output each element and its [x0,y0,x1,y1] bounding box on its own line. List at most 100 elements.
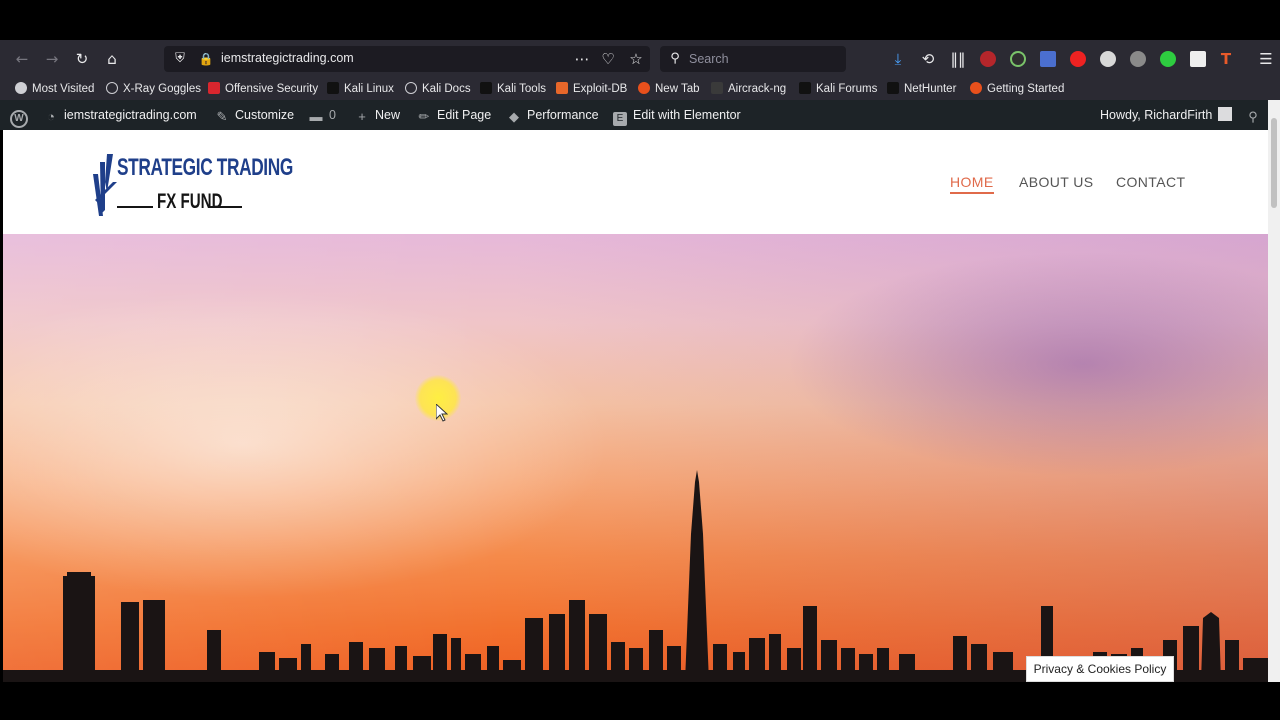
wordpress-logo-button[interactable]: W [10,107,34,128]
bookmark-label: Kali Tools [497,83,547,95]
logo-rule-left [117,206,153,208]
url-text[interactable]: iemstrategictrading.com [221,51,354,65]
bookmark-label: Kali Forums [816,83,878,95]
scrollbar-thumb[interactable] [1271,118,1277,208]
firefox-icon [970,82,982,94]
home-icon[interactable]: ⌂ [102,49,122,69]
wordpress-icon: W [10,110,28,128]
wp-admin-bar: W ◔ iemstrategictrading.com ✎ Customize ▬ 0… [0,100,1280,130]
wp-site-link[interactable]: ◔ iemstrategictrading.com [44,107,197,124]
hero-banner [3,234,1268,682]
bookmark-exploit-db[interactable]: Exploit-DB [556,81,627,97]
bookmark-kali-docs[interactable]: Kali Docs [405,81,471,97]
bookmarks-bar: Most Visited X-Ray Goggles Offensive Sec… [0,78,1280,100]
kali-icon [887,82,899,94]
bookmark-label: NetHunter [904,83,957,95]
mouse-cursor-icon [436,404,448,422]
comment-icon: ▬ [309,109,323,124]
bookmark-xray-goggles[interactable]: X-Ray Goggles [106,81,201,97]
wp-customize-label: Customize [235,108,295,122]
web-page: STRATEGIC TRADING FX FUND HOME ABOUT US … [3,130,1268,682]
history-icon[interactable]: ⟲ [918,49,938,69]
dashboard-icon: ◔ [47,109,55,124]
extension-icon[interactable] [1010,51,1026,67]
back-icon[interactable]: ← [12,49,32,69]
search-icon: ⚲ [1248,109,1258,124]
firefox-icon [638,82,650,94]
download-icon[interactable]: ⤓ [888,49,908,69]
bookmark-new-tab[interactable]: New Tab [638,81,700,97]
bookmark-kali-linux[interactable]: Kali Linux [327,81,394,97]
nav-contact[interactable]: CONTACT [1116,174,1185,190]
bookmark-label: Aircrack-ng [728,83,787,95]
privacy-cookies-button[interactable]: Privacy & Cookies Policy [1026,656,1174,682]
bookmark-offensive-security[interactable]: Offensive Security [208,81,318,97]
bookmark-kali-forums[interactable]: Kali Forums [799,81,877,97]
bookmark-getting-started[interactable]: Getting Started [970,81,1064,97]
exploitdb-icon [556,82,568,94]
wp-comments-count: 0 [329,108,336,122]
bookmark-label: X-Ray Goggles [123,83,201,95]
wp-howdy-label: Howdy, RichardFirth [1100,108,1213,122]
globe-icon [106,82,118,94]
logo-subtitle: FX FUND [157,190,223,213]
browser-toolbar: ← → ↻ ⌂ ⛨ 🔒 iemstrategictrading.com ⋯ ♡ … [0,40,1280,78]
forward-icon[interactable]: → [42,49,62,69]
shield-icon[interactable]: ⛨ [170,49,190,69]
site-header: STRATEGIC TRADING FX FUND HOME ABOUT US … [3,130,1268,234]
performance-icon: ◆ [509,109,519,124]
wp-comments-link[interactable]: ▬ 0 [309,107,336,124]
brush-icon: ✎ [216,109,228,124]
wp-edit-page-link[interactable]: ✏ Edit Page [417,107,492,124]
gear-icon [15,82,27,94]
wp-new-link[interactable]: + New [355,107,400,124]
menu-icon[interactable]: ☰ [1256,49,1276,69]
address-bar[interactable]: ⛨ 🔒 iemstrategictrading.com ⋯ ♡ ☆ [164,46,650,72]
plus-icon: + [358,109,366,124]
insecure-lock-icon[interactable]: 🔒 [196,49,216,69]
page-scrollbar[interactable] [1268,100,1280,682]
wp-edit-page-label: Edit Page [437,108,492,122]
wp-customize-link[interactable]: ✎ Customize [215,107,295,124]
kali-icon [480,82,492,94]
star-icon[interactable]: ☆ [626,49,646,69]
bookmark-nethunter[interactable]: NetHunter [887,81,956,97]
offsec-icon [208,82,220,94]
bookmark-label: New Tab [655,83,700,95]
avatar [1218,107,1233,121]
library-icon[interactable]: ‖‖ [948,49,968,69]
logo-title: STRATEGIC TRADING [117,154,293,181]
wp-performance-link[interactable]: ◆ Performance [507,107,599,124]
search-icon: ⚲ [670,51,680,66]
bookmark-kali-tools[interactable]: Kali Tools [480,81,546,97]
wp-search-button[interactable]: ⚲ [1246,107,1266,124]
city-skyline-image [3,470,1268,682]
privacy-ext-icon[interactable] [1130,51,1146,67]
ublock-icon[interactable] [980,51,996,67]
wp-account-menu[interactable]: Howdy, RichardFirth [1100,107,1238,123]
globe-ext-icon[interactable] [1100,51,1116,67]
search-placeholder[interactable]: Search [689,52,729,66]
bookmark-label: Kali Docs [422,83,471,95]
search-box[interactable]: ⚲ Search [660,46,846,72]
wp-elementor-link[interactable]: E Edit with Elementor [613,107,741,126]
aircrack-icon [711,82,723,94]
bookmark-most-visited[interactable]: Most Visited [15,81,94,97]
pocket-icon[interactable]: ♡ [598,49,618,69]
reload-icon[interactable]: ↻ [72,49,92,69]
wp-performance-label: Performance [527,108,599,122]
bookmark-label: Getting Started [987,83,1065,95]
logo-mark-icon [93,154,117,216]
page-actions-icon[interactable]: ⋯ [572,49,592,69]
tamper-ext-icon[interactable]: T [1216,49,1236,69]
bookmark-aircrack-ng[interactable]: Aircrack-ng [711,81,786,97]
check-ext-icon[interactable] [1160,51,1176,67]
elementor-icon: E [613,112,627,126]
wp-site-label: iemstrategictrading.com [64,108,197,122]
noscript-icon[interactable] [1070,51,1086,67]
nav-about-us[interactable]: ABOUT US [1019,174,1094,190]
wappalyzer-icon[interactable] [1040,51,1056,67]
nav-home[interactable]: HOME [950,174,994,194]
wp-elementor-label: Edit with Elementor [633,108,741,122]
notes-ext-icon[interactable] [1190,51,1206,67]
